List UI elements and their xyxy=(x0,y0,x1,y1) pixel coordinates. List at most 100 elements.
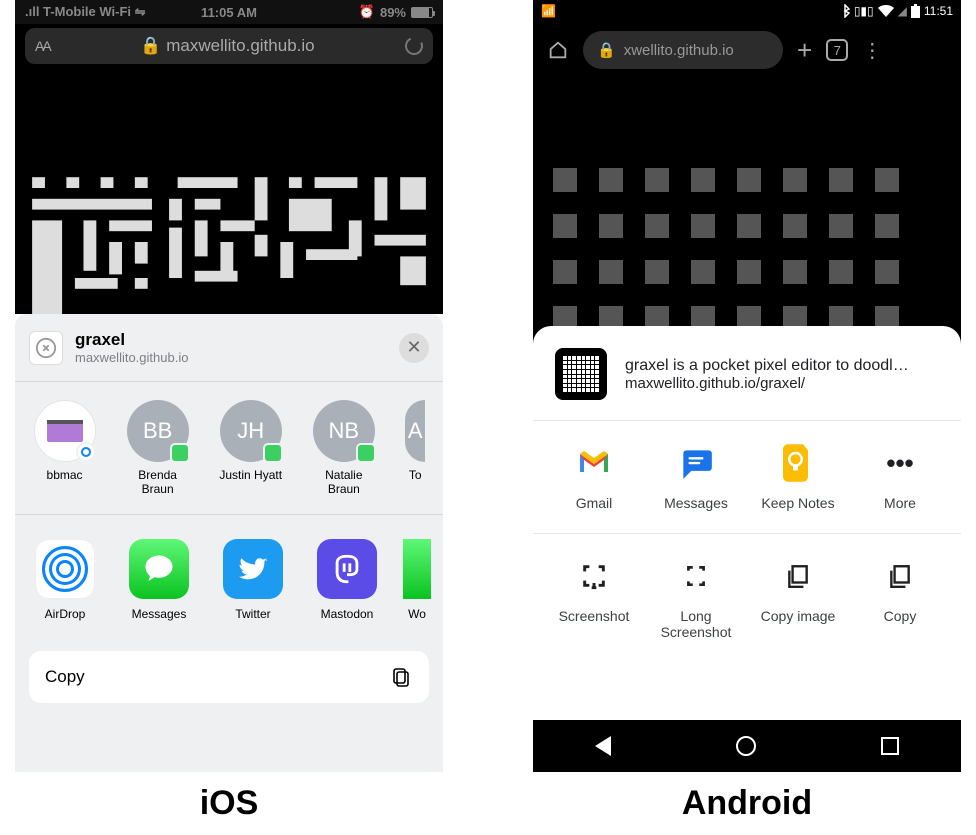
share-sheet: graxel maxwellito.github.io ✕ bbmac BB B… xyxy=(15,314,443,772)
app-keep[interactable]: Keep Notes xyxy=(747,443,849,511)
android-share-sheet: graxel is a pocket pixel editor to doodl… xyxy=(533,326,961,720)
safari-address-bar[interactable]: AA 🔒 maxwellito.github.io xyxy=(25,28,433,64)
contact-label: Natalie Braun xyxy=(308,468,379,496)
share-subtitle: maxwellito.github.io xyxy=(75,350,188,365)
partial-app-icon xyxy=(403,539,431,599)
android-caption: Android xyxy=(682,784,812,823)
imessage-badge-icon xyxy=(170,443,190,463)
contact-justin[interactable]: JH Justin Hyatt xyxy=(215,400,286,496)
contact-partial[interactable]: A To xyxy=(401,400,429,496)
android-status-bar: 📶 ▯▮▯ ◢ 11:51 xyxy=(533,0,961,22)
wifi-icon xyxy=(878,5,894,17)
new-tab-icon[interactable]: + xyxy=(797,35,812,66)
reload-icon[interactable] xyxy=(402,34,425,57)
share-apps-row: Gmail Messages Keep Notes ••• More xyxy=(533,425,961,529)
app-twitter[interactable]: Twitter xyxy=(217,539,289,621)
mastodon-icon xyxy=(317,539,377,599)
share-title: graxel xyxy=(75,330,188,350)
battery-percent: 89% xyxy=(380,5,406,20)
network-off-icon: ◢ xyxy=(898,4,907,18)
gmail-icon xyxy=(574,443,614,483)
menu-icon[interactable]: ⋮ xyxy=(862,38,882,63)
share-title: graxel is a pocket pixel editor to doodl… xyxy=(625,357,909,375)
page-content-pixelart xyxy=(15,170,443,314)
app-label: Wo xyxy=(408,607,426,621)
airdrop-badge-icon xyxy=(76,442,96,462)
action-label: Copy image xyxy=(761,608,836,624)
app-label: More xyxy=(884,495,916,511)
airdrop-contacts-row: bbmac BB Brenda Braun JH Justin Hyatt NB… xyxy=(15,382,443,515)
app-label: AirDrop xyxy=(45,607,86,621)
app-label: Messages xyxy=(132,607,187,621)
address-bar[interactable]: 🔒 xwellito.github.io xyxy=(583,31,783,69)
copy-icon xyxy=(880,556,920,596)
app-more[interactable]: ••• More xyxy=(849,443,951,511)
contact-brenda[interactable]: BB Brenda Braun xyxy=(122,400,193,496)
app-label: Keep Notes xyxy=(761,495,834,511)
android-nav-bar xyxy=(533,720,961,772)
keep-icon xyxy=(778,443,818,483)
action-copy[interactable]: Copy xyxy=(849,556,951,640)
imessage-badge-icon xyxy=(263,443,283,463)
more-icon: ••• xyxy=(880,443,920,483)
app-messages[interactable]: Messages xyxy=(645,443,747,511)
action-copy-image[interactable]: Copy image xyxy=(747,556,849,640)
contact-natalie[interactable]: NB Natalie Braun xyxy=(308,400,379,496)
ios-caption: iOS xyxy=(200,784,259,823)
battery-icon xyxy=(411,7,433,18)
screenshot-icon xyxy=(574,556,614,596)
status-time: 11:05 AM xyxy=(201,5,257,20)
nav-recent[interactable] xyxy=(881,737,899,755)
copy-label: Copy xyxy=(45,667,85,687)
nav-back[interactable] xyxy=(595,736,611,756)
action-label: Copy xyxy=(884,608,917,624)
contact-label: Justin Hyatt xyxy=(219,468,282,482)
app-airdrop[interactable]: AirDrop xyxy=(29,539,101,621)
app-gmail[interactable]: Gmail xyxy=(543,443,645,511)
battery-icon xyxy=(911,4,920,18)
contact-label: To xyxy=(409,468,422,482)
contact-label: Brenda Braun xyxy=(122,468,193,496)
share-actions-row: Screenshot Long Screenshot Copy image Co… xyxy=(533,538,961,658)
copy-icon xyxy=(389,665,413,689)
messages-icon xyxy=(129,539,189,599)
text-size-icon[interactable]: AA xyxy=(35,38,50,54)
long-screenshot-icon xyxy=(676,556,716,596)
share-url: maxwellito.github.io/graxel/ xyxy=(625,375,909,392)
action-label: Long Screenshot xyxy=(645,608,747,640)
app-mastodon[interactable]: Mastodon xyxy=(311,539,383,621)
action-long-screenshot[interactable]: Long Screenshot xyxy=(645,556,747,640)
app-messages[interactable]: Messages xyxy=(123,539,195,621)
app-label: Messages xyxy=(664,495,728,511)
messages-icon xyxy=(676,443,716,483)
ios-phone: .ıll T-Mobile Wi-Fi ⇋ 11:05 AM ⏰ 89% AA … xyxy=(15,0,443,772)
airdrop-icon xyxy=(35,539,95,599)
twitter-icon xyxy=(223,539,283,599)
home-icon[interactable] xyxy=(547,39,569,61)
copy-action[interactable]: Copy xyxy=(29,651,429,703)
page-thumbnail xyxy=(555,348,607,400)
android-phone: 📶 ▯▮▯ ◢ 11:51 🔒 xwellito.github.io + 7 ⋮ xyxy=(533,0,961,772)
copy-image-icon xyxy=(778,556,818,596)
imessage-badge-icon xyxy=(356,443,376,463)
alarm-icon: ⏰ xyxy=(359,4,375,20)
app-label: Gmail xyxy=(576,495,613,511)
vibrate-icon: ▯▮▯ xyxy=(854,4,874,18)
action-screenshot[interactable]: Screenshot xyxy=(543,556,645,640)
ios-status-bar: .ıll T-Mobile Wi-Fi ⇋ 11:05 AM ⏰ 89% xyxy=(15,0,443,24)
tabs-button[interactable]: 7 xyxy=(826,39,848,61)
app-partial[interactable]: Wo xyxy=(405,539,429,621)
app-label: Mastodon xyxy=(321,607,374,621)
close-button[interactable]: ✕ xyxy=(399,333,429,363)
lock-icon: 🔒 xyxy=(597,41,616,59)
contact-bbmac[interactable]: bbmac xyxy=(29,400,100,496)
url-text: xwellito.github.io xyxy=(624,42,734,59)
url-display[interactable]: 🔒 maxwellito.github.io xyxy=(50,36,405,56)
nav-home[interactable] xyxy=(736,736,756,756)
chrome-toolbar: 🔒 xwellito.github.io + 7 ⋮ xyxy=(533,22,961,78)
bluetooth-icon xyxy=(840,4,850,18)
share-apps-row: AirDrop Messages Twitter Mastodon Wo xyxy=(15,515,443,645)
action-label: Screenshot xyxy=(559,608,630,624)
status-time: 11:51 xyxy=(924,4,953,18)
carrier-text: .ıll T-Mobile Wi-Fi ⇋ xyxy=(25,4,146,20)
